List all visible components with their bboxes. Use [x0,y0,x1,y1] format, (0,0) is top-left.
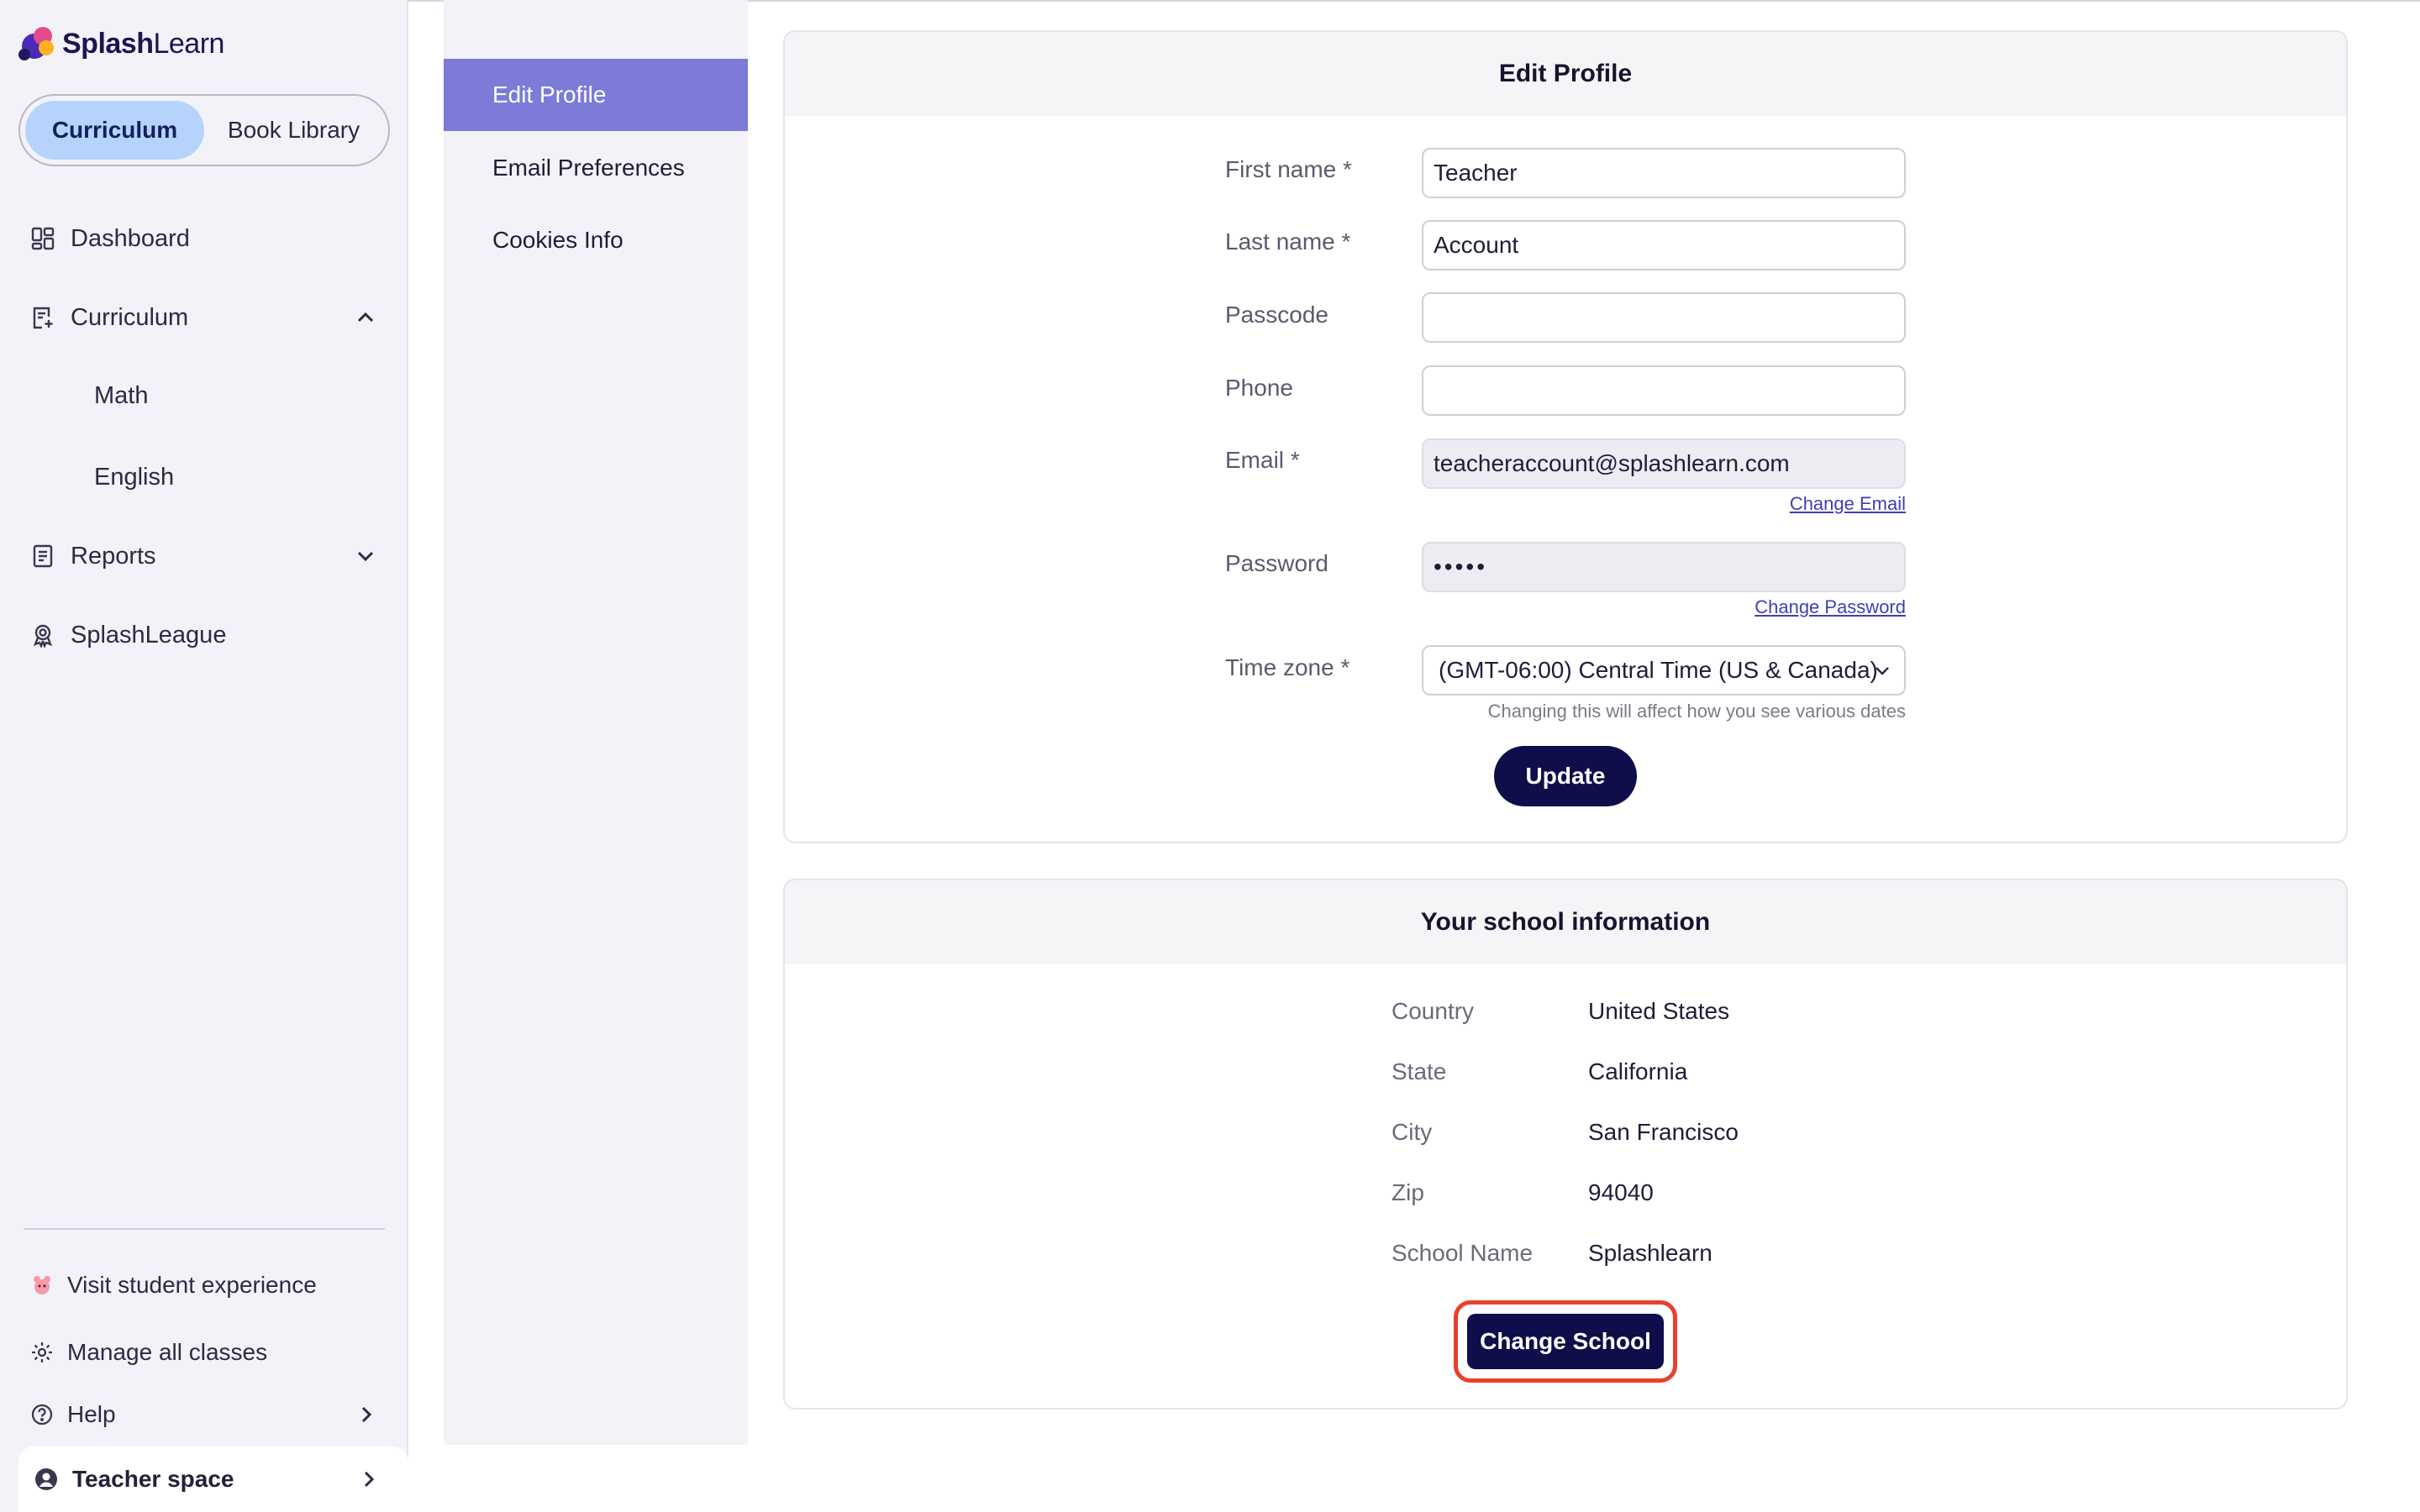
manage-all-classes-link[interactable]: Manage all classes [0,1327,408,1378]
splashlearn-logo[interactable]: SplashLearn [18,24,224,64]
school-name-value: Splashlearn [1588,1240,1712,1266]
password-input: ••••• [1422,542,1906,592]
sidebar-subitem-english[interactable]: English [94,464,174,491]
sidebar-subitem-math[interactable]: Math [94,382,148,410]
visit-student-label: Visit student experience [67,1272,317,1298]
chevron-down-icon [1876,667,1889,675]
change-school-button[interactable]: Change School [1467,1314,1664,1369]
timezone-label: Time zone * [1225,654,1350,680]
help-label: Help [67,1401,116,1427]
sidebar-item-dashboard[interactable]: Dashboard [0,209,408,268]
password-label: Password [1225,550,1328,576]
gear-icon [29,1339,55,1366]
splashlearn-logo-icon [18,24,59,64]
sidebar-item-reports[interactable]: Reports [0,527,408,585]
curriculum-icon [29,303,57,332]
country-value: United States [1588,998,1730,1024]
tab-curriculum[interactable]: Curriculum [25,101,204,160]
timezone-hint: Changing this will affect how you see va… [1487,701,1906,722]
last-name-label: Last name * [1225,228,1351,255]
state-value: California [1588,1058,1688,1084]
teacher-space-menu[interactable]: Teacher space [18,1446,408,1512]
zip-value: 94040 [1588,1179,1654,1205]
last-name-input[interactable]: Account [1422,220,1906,270]
tab-book-library[interactable]: Book Library [204,101,383,160]
school-info-title: Your school information [785,880,2346,964]
submenu-email-preferences[interactable]: Email Preferences [444,132,748,204]
chevron-down-icon[interactable] [351,542,380,570]
sidebar-item-label: Reports [71,542,156,570]
country-label: Country [1392,998,1475,1024]
help-icon [29,1401,55,1428]
submenu-edit-profile[interactable]: Edit Profile [444,59,748,131]
state-label: State [1392,1058,1447,1084]
manage-classes-label: Manage all classes [67,1339,268,1365]
zip-label: Zip [1392,1179,1424,1205]
update-button[interactable]: Update [1494,746,1637,806]
city-value: San Francisco [1588,1119,1739,1145]
sidebar-item-label: SplashLeague [71,621,227,648]
award-icon [29,621,57,649]
edit-profile-title: Edit Profile [785,32,2346,116]
passcode-label: Passcode [1225,302,1328,328]
first-name-label: First name * [1225,156,1352,182]
help-menu[interactable]: Help [0,1389,408,1440]
reports-icon [29,542,57,570]
teacher-space-label: Teacher space [72,1466,234,1492]
user-icon [32,1465,60,1494]
sidebar-divider [24,1228,385,1230]
first-name-input[interactable]: Teacher [1422,148,1906,198]
chevron-up-icon[interactable] [351,303,380,332]
settings-submenu: Edit Profile Email Preferences Cookies I… [444,0,748,1445]
chevron-right-icon [353,1401,380,1428]
email-label: Email * [1225,447,1300,473]
visit-student-experience-link[interactable]: Visit student experience [0,1260,408,1310]
sidebar-item-label: Curriculum [71,303,189,331]
sidebar-item-curriculum[interactable]: Curriculum [0,288,408,347]
library-toggle: Curriculum Book Library [18,94,390,166]
phone-input[interactable] [1422,365,1906,416]
city-label: City [1392,1119,1433,1145]
change-email-link[interactable]: Change Email [1738,493,1906,515]
change-password-link[interactable]: Change Password [1696,596,1906,618]
school-name-label: School Name [1392,1240,1534,1266]
email-input: teacheraccount@splashlearn.com [1422,438,1906,489]
phone-label: Phone [1225,375,1293,401]
timezone-select[interactable]: (GMT-06:00) Central Time (US & Canada) [1422,645,1906,696]
chevron-right-icon [355,1465,383,1494]
student-avatar-icon [29,1272,55,1299]
passcode-input[interactable] [1422,292,1906,343]
sidebar: SplashLearn Curriculum Book Library Dash… [0,0,408,1512]
logo-text: SplashLearn [62,27,224,60]
submenu-cookies-info[interactable]: Cookies Info [444,204,748,276]
timezone-value: (GMT-06:00) Central Time (US & Canada) [1439,657,1878,683]
dashboard-icon [29,224,57,253]
sidebar-item-splashleague[interactable]: SplashLeague [0,606,408,664]
sidebar-item-label: Dashboard [71,224,190,252]
